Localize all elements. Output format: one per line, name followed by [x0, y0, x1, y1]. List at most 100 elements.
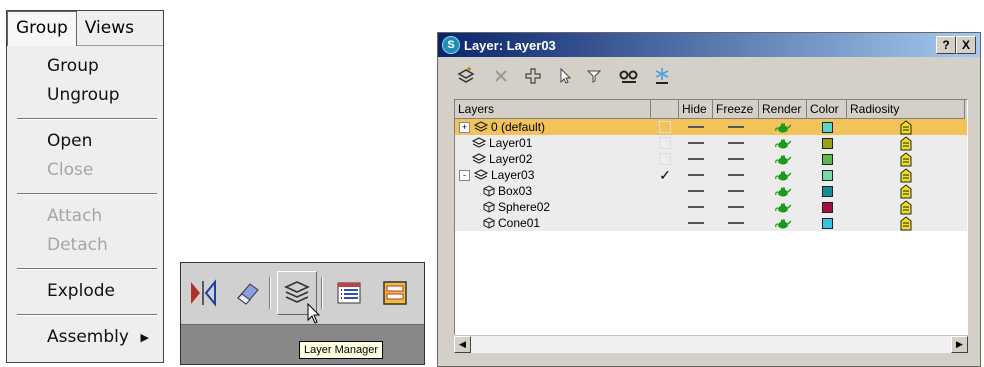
- layer-rows: +0 (default) Layer01 Layer02- Layer03 ✓ Box03…: [455, 119, 967, 231]
- layer-color-swatch[interactable]: [807, 199, 847, 215]
- render-teapot-icon[interactable]: [759, 151, 807, 167]
- delete-icon[interactable]: [492, 63, 510, 89]
- radiosity-icon[interactable]: [847, 119, 965, 135]
- horizontal-scrollbar[interactable]: ◀ ▶: [454, 335, 968, 353]
- layer-name-cell[interactable]: Box03: [455, 183, 651, 199]
- highlight-icon[interactable]: [586, 63, 604, 89]
- hide-toggle[interactable]: [679, 119, 713, 135]
- radiosity-icon[interactable]: [847, 135, 965, 151]
- collapse-icon[interactable]: -: [459, 169, 470, 181]
- layer-row[interactable]: Layer02: [455, 151, 967, 167]
- hide-toggle[interactable]: [679, 135, 713, 151]
- layer-row[interactable]: Layer01: [455, 135, 967, 151]
- menu-separator: [17, 118, 157, 119]
- freeze-all-icon[interactable]: [652, 63, 672, 89]
- new-layer-icon[interactable]: [456, 63, 476, 89]
- menu-item-open[interactable]: Open: [7, 127, 163, 156]
- render-teapot-icon[interactable]: [759, 167, 807, 183]
- layer-name-cell[interactable]: Sphere02: [455, 199, 651, 215]
- layer-name-cell[interactable]: Layer02: [455, 151, 651, 167]
- menu-item-explode[interactable]: Explode: [7, 277, 163, 306]
- hide-toggle[interactable]: [679, 199, 713, 215]
- radiosity-icon[interactable]: [847, 183, 965, 199]
- mouse-cursor-icon: [307, 302, 321, 330]
- current-layer-cell[interactable]: ✓: [651, 167, 679, 183]
- layer-row[interactable]: - Layer03 ✓: [455, 167, 967, 183]
- column-render[interactable]: Render: [759, 100, 807, 119]
- radiosity-icon[interactable]: [847, 215, 965, 231]
- layer-color-swatch[interactable]: [807, 119, 847, 135]
- render-teapot-icon[interactable]: [759, 199, 807, 215]
- eraser-icon[interactable]: [227, 271, 267, 315]
- layer-name-cell[interactable]: Cone01: [455, 215, 651, 231]
- layer-grid: Layers Hide Freeze Render Color Radiosit…: [454, 99, 968, 335]
- layer-color-swatch[interactable]: [807, 215, 847, 231]
- current-layer-cell[interactable]: [651, 215, 679, 231]
- menu-item-ungroup[interactable]: Ungroup: [7, 81, 163, 110]
- help-button[interactable]: ?: [936, 36, 956, 54]
- scroll-track[interactable]: [471, 336, 951, 353]
- render-teapot-icon[interactable]: [759, 183, 807, 199]
- layer-color-swatch[interactable]: [807, 183, 847, 199]
- freeze-toggle[interactable]: [713, 199, 759, 215]
- hide-toggle[interactable]: [679, 183, 713, 199]
- current-layer-checkbox[interactable]: [659, 121, 671, 133]
- radiosity-icon[interactable]: [847, 199, 965, 215]
- current-layer-checkbox[interactable]: [659, 137, 671, 149]
- layer-name-cell[interactable]: +0 (default): [455, 119, 651, 135]
- render-teapot-icon[interactable]: [759, 135, 807, 151]
- current-layer-checkbox[interactable]: [659, 153, 671, 165]
- radiosity-icon[interactable]: [847, 167, 965, 183]
- hide-toggle[interactable]: [679, 151, 713, 167]
- render-teapot-icon[interactable]: [759, 119, 807, 135]
- mirror-icon[interactable]: [183, 271, 223, 315]
- current-layer-cell[interactable]: [651, 183, 679, 199]
- scroll-right-icon[interactable]: ▶: [951, 336, 968, 353]
- group-menu: Group Views Group Ungroup Open Close Att…: [6, 10, 164, 363]
- layer-row[interactable]: Sphere02: [455, 199, 967, 215]
- freeze-toggle[interactable]: [713, 183, 759, 199]
- menu-item-assembly[interactable]: Assembly ▶: [7, 323, 163, 352]
- menu-separator: [17, 193, 157, 194]
- layer-color-swatch[interactable]: [807, 151, 847, 167]
- freeze-toggle[interactable]: [713, 119, 759, 135]
- freeze-toggle[interactable]: [713, 167, 759, 183]
- column-freeze[interactable]: Freeze: [713, 100, 759, 119]
- freeze-toggle[interactable]: [713, 151, 759, 167]
- freeze-toggle[interactable]: [713, 215, 759, 231]
- menu-separator: [17, 268, 157, 269]
- layer-row[interactable]: +0 (default): [455, 119, 967, 135]
- menu-views[interactable]: Views: [77, 12, 142, 44]
- column-color[interactable]: Color: [807, 100, 847, 119]
- window-icon[interactable]: [375, 271, 415, 315]
- column-layers[interactable]: Layers: [455, 100, 651, 119]
- layer-row[interactable]: Box03: [455, 183, 967, 199]
- column-current[interactable]: [651, 100, 679, 119]
- menu-group[interactable]: Group: [7, 10, 77, 46]
- column-radiosity[interactable]: Radiosity: [847, 100, 965, 119]
- layer-color-swatch[interactable]: [807, 167, 847, 183]
- layer-row[interactable]: Cone01: [455, 215, 967, 231]
- radiosity-icon[interactable]: [847, 151, 965, 167]
- layer-name-cell[interactable]: Layer01: [455, 135, 651, 151]
- select-icon[interactable]: [556, 63, 574, 89]
- hide-toggle[interactable]: [679, 167, 713, 183]
- layer-color-swatch[interactable]: [807, 135, 847, 151]
- hide-toggle[interactable]: [679, 215, 713, 231]
- layer-name: Layer02: [489, 152, 533, 166]
- menu-item-group[interactable]: Group: [7, 52, 163, 81]
- scroll-left-icon[interactable]: ◀: [454, 336, 471, 353]
- current-layer-cell[interactable]: [651, 135, 679, 151]
- freeze-toggle[interactable]: [713, 135, 759, 151]
- current-layer-cell[interactable]: [651, 119, 679, 135]
- render-teapot-icon[interactable]: [759, 215, 807, 231]
- layer-name-cell[interactable]: - Layer03: [455, 167, 651, 183]
- current-layer-cell[interactable]: [651, 199, 679, 215]
- expand-icon[interactable]: +: [459, 121, 470, 133]
- add-selection-icon[interactable]: [524, 63, 542, 89]
- close-button[interactable]: X: [956, 36, 976, 54]
- hide-all-icon[interactable]: [618, 63, 640, 89]
- current-layer-cell[interactable]: [651, 151, 679, 167]
- column-hide[interactable]: Hide: [679, 100, 713, 119]
- list-view-icon[interactable]: [329, 271, 369, 315]
